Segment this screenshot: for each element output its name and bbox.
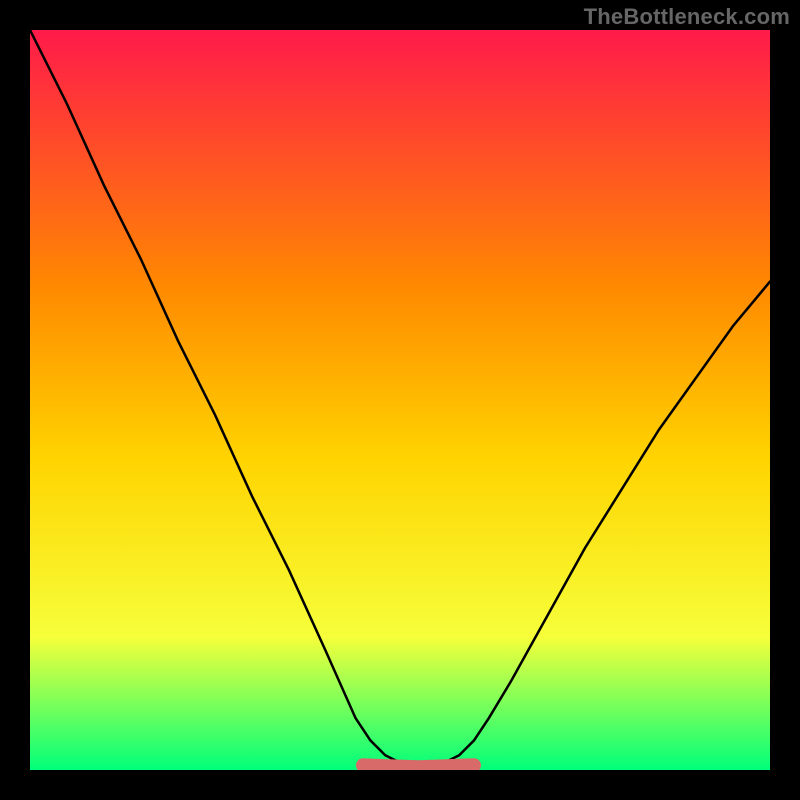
chart-frame: TheBottleneck.com [0,0,800,800]
plot-area [30,30,770,770]
optimal-band-marker [363,765,474,767]
chart-svg [30,30,770,770]
watermark-label: TheBottleneck.com [584,4,790,30]
gradient-background [30,30,770,770]
